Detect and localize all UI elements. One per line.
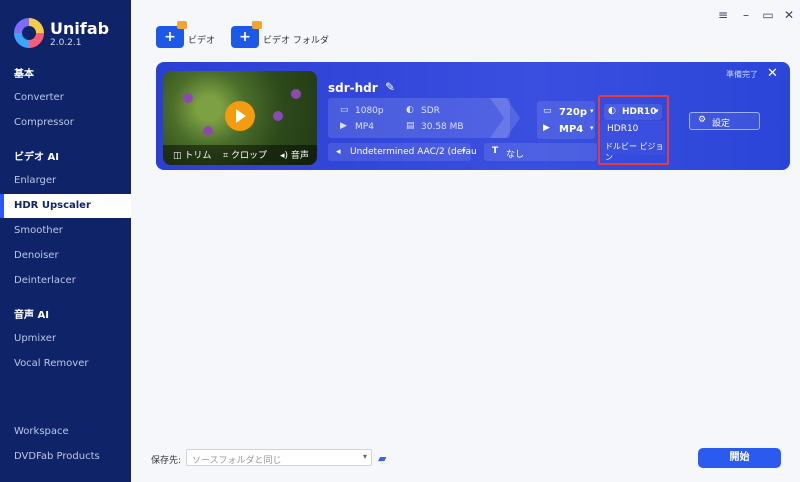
speaker-icon: ◂) <box>280 151 289 161</box>
sidebar-item-converter[interactable]: Converter <box>0 86 131 110</box>
play-icon[interactable] <box>225 101 255 131</box>
status-badge: 準備完了 <box>726 70 758 79</box>
subtitle-label: なし <box>506 150 525 160</box>
sidebar-item-enlarger[interactable]: Enlarger <box>0 169 131 193</box>
format-icon: ▶ <box>340 121 347 131</box>
folder-icon[interactable]: ▰ <box>378 452 386 465</box>
sidebar-item-workspace[interactable]: Workspace <box>0 420 131 444</box>
trim-label: トリム <box>184 151 212 161</box>
sidebar-item-hdr-upscaler[interactable]: HDR Upscaler <box>0 194 131 218</box>
output-resolution[interactable]: 720p <box>559 107 587 118</box>
hdr-icon: ◐ <box>406 105 414 115</box>
save-path-label: 保存先: <box>151 456 182 466</box>
save-path-select[interactable]: ソースフォルダと同じ ▾ <box>186 449 372 466</box>
chevron-down-icon: ▾ <box>462 147 466 155</box>
chevron-down-icon: ▾ <box>590 107 594 115</box>
chevron-right-icon <box>490 98 520 138</box>
monitor-icon: ▭ <box>543 106 552 116</box>
save-path-value: ソースフォルダと同じ <box>192 456 282 466</box>
sidebar-item-denoiser[interactable]: Denoiser <box>0 244 131 268</box>
output-format[interactable]: MP4 <box>559 124 583 135</box>
trim-button[interactable]: ◫ トリム <box>173 148 211 161</box>
start-button[interactable]: 開始 <box>698 448 781 468</box>
add-folder-button[interactable]: + <box>231 21 262 48</box>
close-icon[interactable]: ✕ <box>767 66 778 81</box>
chevron-down-icon: ▾ <box>362 452 367 461</box>
audio-label: 音声 <box>290 151 309 161</box>
minimize-icon[interactable]: – <box>738 8 754 22</box>
speaker-icon: ◂ <box>336 147 341 157</box>
sidebar: Unifab 2.0.2.1 基本 Converter Compressor ビ… <box>0 0 131 482</box>
highlight-frame <box>598 95 669 165</box>
text-icon: T <box>492 146 499 156</box>
add-video-button[interactable]: + <box>156 21 187 48</box>
sidebar-item-smoother[interactable]: Smoother <box>0 219 131 243</box>
trim-icon: ◫ <box>173 151 182 161</box>
version-label: 2.0.2.1 <box>50 38 82 48</box>
gear-icon: ⚙ <box>698 115 707 125</box>
sidebar-item-upmixer[interactable]: Upmixer <box>0 327 131 351</box>
chevron-down-icon: ▾ <box>590 124 594 132</box>
subtitle-select[interactable] <box>484 143 597 161</box>
nav-section-basic: 基本 <box>14 69 34 80</box>
audio-track-label: Undetermined AAC/2 (defau <box>350 147 477 157</box>
crop-label: クロップ <box>230 151 267 161</box>
source-size: 30.58 MB <box>421 122 464 132</box>
source-hdr: SDR <box>421 106 440 116</box>
sidebar-item-vocal-remover[interactable]: Vocal Remover <box>0 352 131 376</box>
source-format: MP4 <box>355 122 374 132</box>
maximize-icon[interactable]: ▭ <box>760 8 776 22</box>
brand-name: Unifab <box>50 19 110 38</box>
close-window-icon[interactable]: ✕ <box>781 8 797 22</box>
add-video-label[interactable]: ビデオ <box>188 33 215 46</box>
edit-icon[interactable]: ✎ <box>385 80 395 94</box>
video-thumbnail[interactable]: ◫ トリム ⌗ クロップ ◂) 音声 <box>163 71 317 165</box>
nav-section-audio-ai: 音声 AI <box>14 310 49 321</box>
source-resolution: 1080p <box>355 106 384 116</box>
format-icon: ▶ <box>543 123 550 133</box>
settings-button[interactable]: ⚙ 設定 <box>689 112 760 130</box>
thumb-flower-decor <box>291 89 301 99</box>
file-title: sdr-hdr <box>328 81 378 95</box>
sidebar-item-deinterlacer[interactable]: Deinterlacer <box>0 269 131 293</box>
audio-button[interactable]: ◂) 音声 <box>280 148 309 161</box>
sidebar-item-dvdfab-products[interactable]: DVDFab Products <box>0 445 131 469</box>
settings-label: 設定 <box>712 119 731 129</box>
crop-button[interactable]: ⌗ クロップ <box>223 148 267 161</box>
unifab-logo-icon <box>14 18 44 48</box>
menu-icon[interactable]: ≡ <box>715 8 731 22</box>
thumb-flower-decor <box>273 111 283 121</box>
crop-icon: ⌗ <box>223 151 229 161</box>
monitor-icon: ▭ <box>340 105 349 115</box>
nav-section-video-ai: ビデオ AI <box>14 152 59 163</box>
source-info-panel <box>328 98 510 138</box>
thumb-flower-decor <box>183 93 193 103</box>
file-size-icon: ▤ <box>406 121 415 131</box>
add-folder-label[interactable]: ビデオ フォルダ <box>263 33 329 46</box>
thumb-flower-decor <box>203 126 213 136</box>
sidebar-item-compressor[interactable]: Compressor <box>0 111 131 135</box>
